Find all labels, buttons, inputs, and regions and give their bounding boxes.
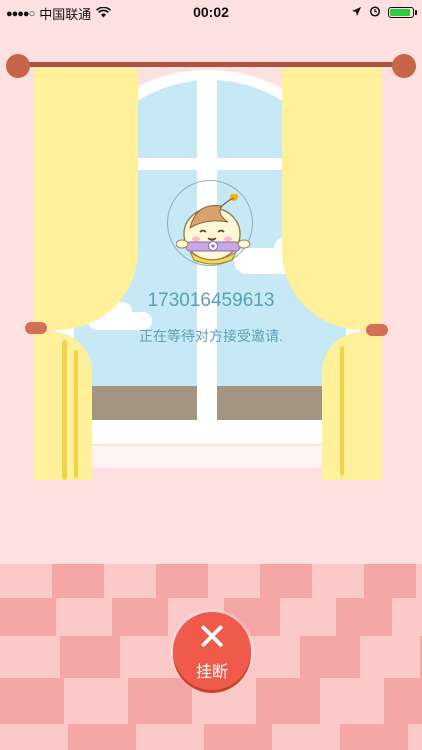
- floor-tile: [52, 564, 104, 598]
- curtain-fold: [62, 340, 67, 480]
- curtain-fold: [340, 346, 344, 476]
- floor-tile: [336, 598, 392, 636]
- curtain-rod-end-right: [392, 54, 416, 78]
- battery-level-fill: [390, 9, 410, 16]
- caller-phone-number: 173016459613: [147, 290, 275, 311]
- floor-tile: [68, 724, 136, 750]
- floor-tile: [204, 724, 272, 750]
- status-bar: ●●●●○ 中国联通 00:02: [0, 0, 422, 24]
- alarm-icon: [369, 5, 381, 20]
- floor-tile: [340, 724, 408, 750]
- floor-tile: [0, 678, 64, 724]
- curtain-rod-end-left: [6, 54, 30, 78]
- floor-tile: [260, 564, 312, 598]
- close-icon: ✕: [196, 617, 228, 659]
- curtain-right-lower: [322, 332, 382, 480]
- floor-tile: [112, 598, 168, 636]
- hangup-label: 挂断: [195, 664, 228, 681]
- status-icons: [351, 5, 417, 20]
- floor-tile: [128, 678, 192, 724]
- caller-avatar: [175, 193, 252, 275]
- curtain-rod: [14, 62, 408, 67]
- battery-icon: [388, 7, 417, 18]
- window-sill: [62, 432, 356, 444]
- floor-tile: [0, 598, 56, 636]
- floor-tile: [256, 678, 320, 724]
- floor-tile: [60, 636, 120, 678]
- hangup-button[interactable]: ✕ 挂断: [173, 612, 251, 690]
- floor-tile: [156, 564, 208, 598]
- window-sill-lower: [90, 446, 326, 468]
- location-arrow-icon: [351, 6, 362, 20]
- floor-tile: [384, 678, 422, 724]
- floor-tile: [364, 564, 416, 598]
- call-status-message: 正在等待对方接受邀请.: [139, 328, 283, 344]
- floor-tile: [300, 636, 360, 678]
- curtain-fold: [74, 350, 78, 478]
